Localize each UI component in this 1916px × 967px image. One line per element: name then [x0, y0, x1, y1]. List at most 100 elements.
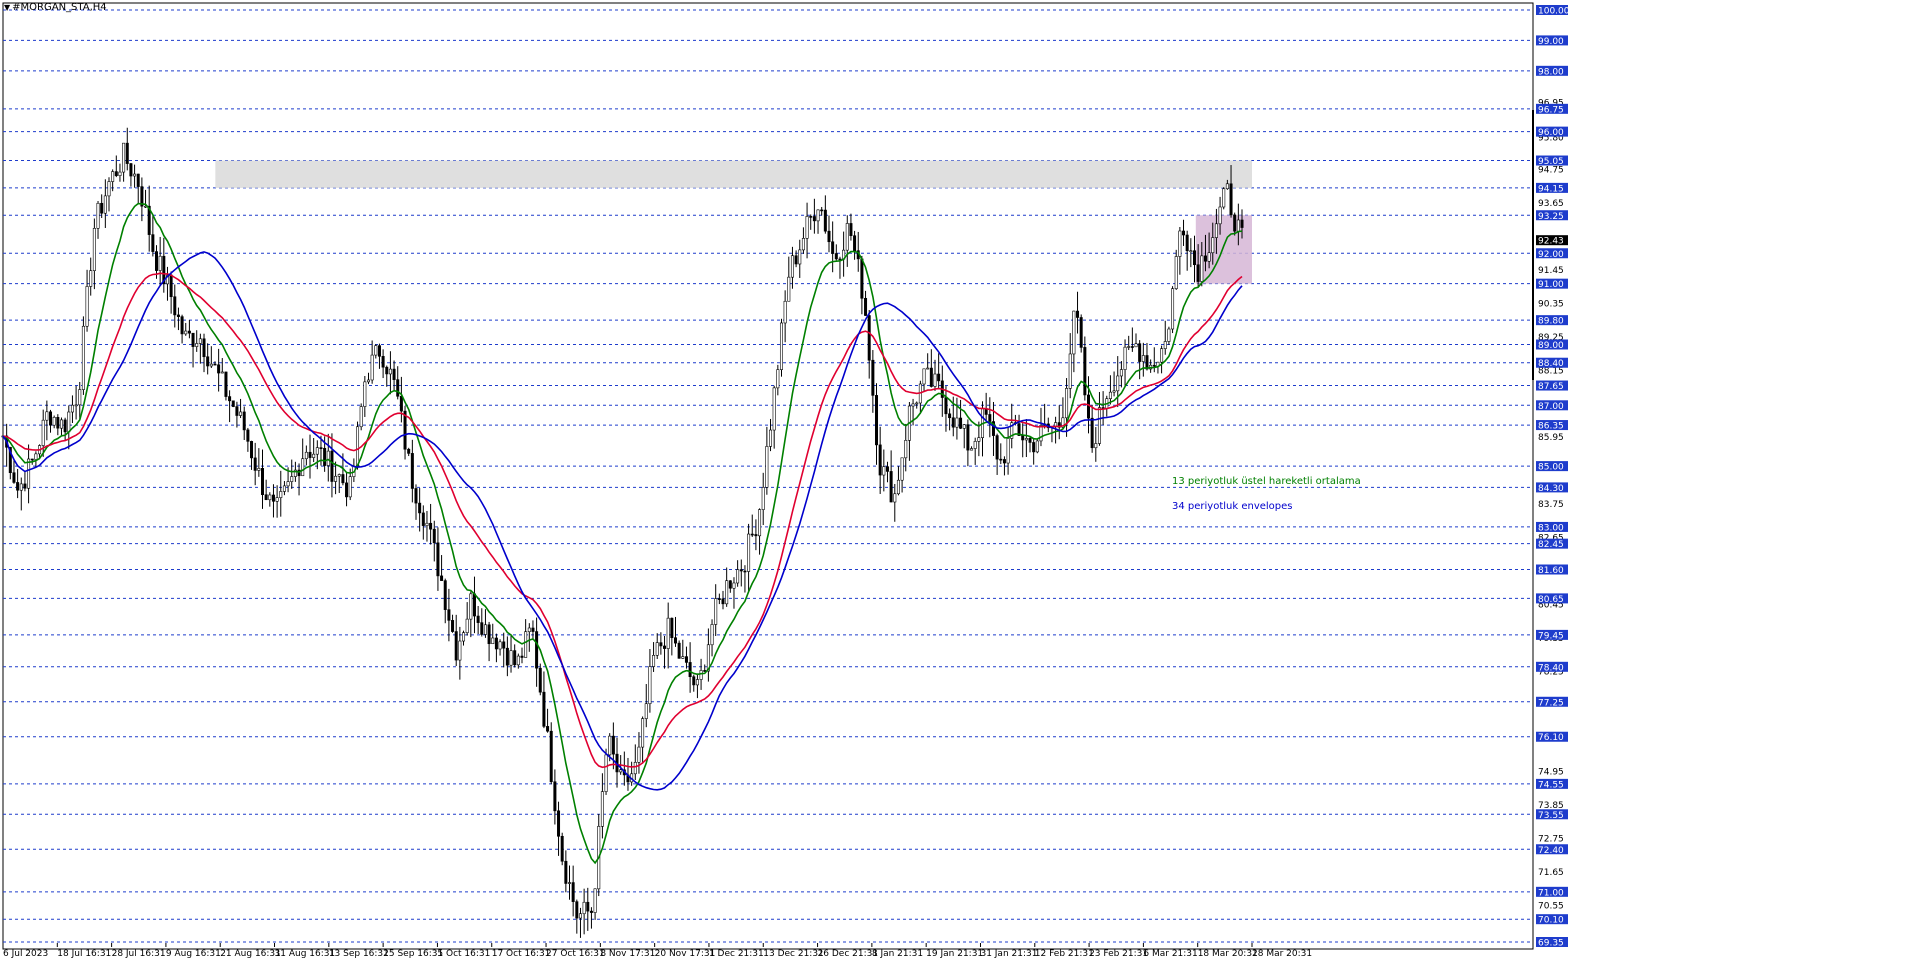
candle-body: [198, 338, 202, 344]
candle-body: [100, 202, 104, 214]
candle-body: [1112, 390, 1116, 393]
y-tick-label: 90.35: [1538, 299, 1564, 309]
candle-body: [436, 542, 440, 577]
candle-body: [235, 406, 239, 416]
y-level-label: 83.00: [1538, 523, 1564, 533]
candle-body: [502, 641, 506, 649]
candle-body: [896, 479, 900, 495]
candle-body: [1024, 438, 1028, 441]
candle-body: [319, 447, 323, 449]
candle-body: [648, 666, 652, 705]
y-level-label: 89.80: [1538, 317, 1564, 327]
candle-body: [67, 411, 71, 433]
candle-body: [454, 631, 458, 661]
candle-body: [1086, 394, 1090, 419]
candle-body: [926, 367, 930, 370]
candle-body: [228, 396, 232, 402]
candle-body: [16, 482, 20, 491]
y-level-label: 78.40: [1538, 663, 1564, 673]
y-level-label: 99.00: [1538, 37, 1564, 47]
candle-body: [487, 624, 491, 645]
candle-body: [206, 356, 210, 367]
candle-body: [560, 835, 564, 862]
y-level-label: 95.05: [1538, 157, 1564, 167]
candle-body: [180, 316, 184, 335]
candle-body: [882, 466, 886, 476]
candle-body: [348, 476, 352, 498]
y-level-label: 77.25: [1538, 698, 1564, 708]
candle-body: [527, 627, 531, 633]
candle-body: [823, 209, 827, 232]
candle-body: [717, 598, 721, 600]
candle-body: [264, 494, 268, 501]
candle-body: [308, 451, 312, 458]
candle-body: [787, 276, 791, 302]
candle-body: [743, 570, 747, 573]
candle-body: [549, 730, 553, 783]
x-tick-label: 18 Mar 20:31: [1198, 949, 1258, 959]
candle-body: [1119, 369, 1123, 377]
candle-body: [385, 366, 389, 375]
x-tick-label: 31 Jan 21:31: [980, 949, 1037, 959]
candle-body: [516, 655, 520, 666]
candle-body: [944, 397, 948, 415]
candle-body: [750, 533, 754, 536]
candle-body: [721, 598, 725, 605]
candle-body: [52, 416, 56, 426]
candle-body: [443, 580, 447, 610]
candle-body: [231, 400, 235, 407]
candle-body: [604, 754, 608, 792]
candle-body: [593, 888, 597, 913]
candle-body: [111, 171, 115, 182]
candle-body: [1079, 317, 1083, 348]
candle-body: [995, 435, 999, 460]
candle-body: [1203, 255, 1207, 262]
candle-body: [195, 343, 199, 347]
candle-body: [341, 474, 345, 484]
candle-body: [414, 488, 418, 504]
candle-body: [582, 901, 586, 915]
candle-body: [509, 650, 513, 666]
candle-body: [1021, 435, 1025, 441]
candle-body: [1035, 440, 1039, 453]
annotation-envelopes: 34 periyotluk envelopes: [1172, 501, 1293, 512]
candle-body: [1072, 310, 1076, 355]
candle-body: [834, 253, 838, 260]
candle-body: [681, 656, 685, 659]
candle-body: [951, 417, 955, 428]
candle-body: [476, 615, 480, 623]
y-level-label: 86.35: [1538, 422, 1564, 432]
candle-body: [1006, 438, 1010, 464]
candle-body: [586, 901, 590, 912]
candle-body: [600, 791, 604, 827]
candle-body: [769, 429, 773, 447]
candle-body: [12, 472, 16, 483]
candle-body: [761, 486, 765, 510]
dropdown-arrow-icon[interactable]: ▼: [4, 3, 10, 12]
x-tick-label: 8 Jan 21:31: [872, 949, 923, 959]
y-level-label: 84.30: [1538, 484, 1564, 494]
y-level-label: 73.55: [1538, 811, 1564, 821]
candle-body: [447, 609, 451, 621]
candle-body: [34, 453, 38, 460]
candle-body: [524, 631, 528, 658]
candle-body: [425, 522, 429, 526]
candle-body: [282, 485, 286, 492]
chart-canvas[interactable]: 96.9595.8094.7593.6591.4590.3589.2588.15…: [0, 0, 1916, 963]
candle-body: [699, 670, 703, 680]
candle-body: [1138, 343, 1142, 362]
x-tick-label: 1 Dec 21:31: [709, 949, 764, 959]
candle-body: [666, 617, 670, 649]
candle-body: [1200, 255, 1204, 282]
candle-body: [988, 414, 992, 422]
candle-body: [970, 448, 974, 451]
candle-body: [312, 453, 316, 458]
annotation-ema: 13 periyotluk üstel hareketli ortalama: [1172, 476, 1361, 487]
candle-body: [831, 241, 835, 254]
candle-body: [1028, 438, 1032, 443]
x-tick-label: 12 Feb 21:31: [1035, 949, 1094, 959]
candle-body: [849, 223, 853, 237]
candle-body: [955, 417, 959, 428]
candle-body: [129, 163, 133, 177]
candle-body: [304, 451, 308, 460]
